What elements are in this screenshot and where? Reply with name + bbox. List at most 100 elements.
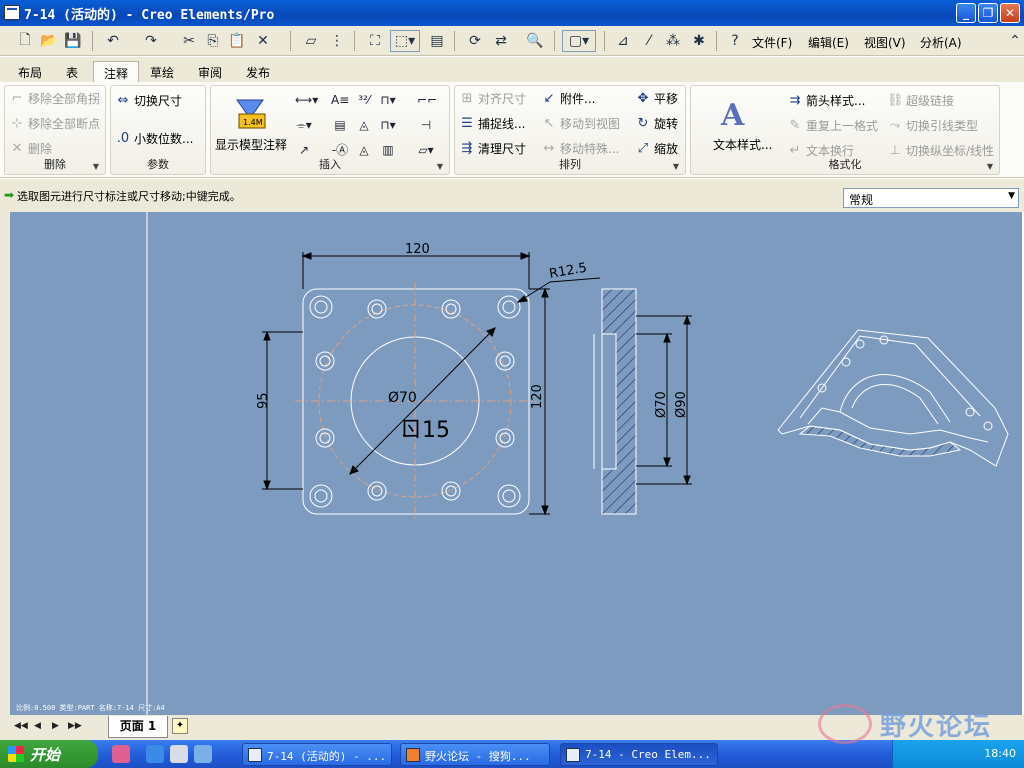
ie-icon[interactable] [146, 745, 164, 763]
quicklaunch-icon-2[interactable] [170, 745, 188, 763]
task-creo-active[interactable]: 7-14 (活动的) - ... [242, 743, 392, 766]
ribbon-collapse-icon[interactable]: ⌃ [1004, 30, 1024, 52]
prev-sheet-icon[interactable]: ◀ [34, 721, 41, 731]
sheet-tab-1[interactable]: 页面 1 [108, 716, 168, 738]
start-button[interactable]: 开始 [0, 740, 98, 768]
browser-icon [406, 748, 420, 762]
menu-file[interactable]: 文件(F) [752, 34, 792, 51]
text-style-button[interactable]: 文本样式... [713, 136, 772, 153]
dim-section-2-text[interactable]: Ø90 [674, 391, 689, 418]
datum-target-icon[interactable]: ◬ [355, 117, 373, 133]
redo-icon[interactable]: ↷ [140, 30, 162, 52]
zoom-icon[interactable]: 🔍 [524, 30, 546, 52]
linear-dim-icon[interactable]: ⟷▾ [295, 92, 318, 108]
reference-dim-icon[interactable]: ⊓▾ [379, 92, 397, 108]
toggle-leader-type-button[interactable]: ⤳ 切换引线类型 [887, 117, 978, 134]
delete-button[interactable]: ✕ 删除 [9, 140, 52, 157]
dim-right-text[interactable]: 120 [530, 384, 545, 409]
dim-radius-text[interactable]: R12.5 [548, 261, 588, 282]
group-expand-icon[interactable]: ▼ [987, 162, 993, 171]
close-button[interactable]: ✕ [1000, 3, 1020, 23]
dim-left-text[interactable]: 95 [256, 392, 271, 409]
menu-view[interactable]: 视图(V) [864, 34, 906, 51]
maximize-button[interactable]: ❐ [978, 3, 998, 23]
delete-x-icon[interactable]: ✕ [252, 30, 274, 52]
selection-filter[interactable]: 常规 ▼ [843, 188, 1019, 208]
hyperlink-button[interactable]: ⛓ 超级链接 [887, 92, 954, 109]
dim-center-text[interactable]: Ø70 [388, 390, 417, 406]
arrow-style-button[interactable]: ⇉ 箭头样式... [787, 92, 866, 109]
help-icon[interactable]: ? [724, 30, 746, 52]
datum-point-icon[interactable]: ⁂ [662, 30, 684, 52]
rotate-button[interactable]: ↻ 旋转 [635, 115, 678, 132]
task-browser[interactable]: 野火论坛 - 搜狗... [400, 743, 550, 766]
translate-button[interactable]: ✥ 平移 [635, 90, 678, 107]
gtol-icon[interactable]: ⌯▾ [295, 117, 313, 133]
show-model-annotations-button[interactable]: 显示模型注释 [215, 136, 287, 153]
tab-publish[interactable]: 发布 [236, 61, 280, 82]
menu-analysis[interactable]: 分析(A) [920, 34, 962, 51]
attach-icon: ↙ [543, 90, 555, 106]
datum-axis-icon[interactable]: ⁄ [638, 30, 660, 52]
open-folder-icon[interactable]: 📂 [38, 30, 60, 52]
cut-icon[interactable]: ✂ [178, 30, 200, 52]
quicklaunch-icon-3[interactable] [194, 745, 212, 763]
display-style-icon[interactable]: ▢▾ [562, 30, 596, 52]
cleanup-dims-button[interactable]: ⇶ 清理尺寸 [459, 140, 526, 157]
repeat-last-format-button[interactable]: ✎ 重复上一格式 [787, 117, 878, 134]
remove-all-breaks-button[interactable]: ⊹ 移除全部断点 [9, 115, 100, 132]
decimal-places-button[interactable]: .0 小数位数... [115, 130, 194, 147]
paste-icon[interactable]: 📋 [226, 30, 248, 52]
new-file-icon[interactable]: 🗋 [14, 30, 36, 52]
find-binoculars-icon[interactable]: ⛶ [364, 30, 386, 52]
datum-plane-icon[interactable]: ⊿ [612, 30, 634, 52]
new-sheet-icon[interactable]: ✦ [172, 718, 188, 734]
update-icon[interactable]: ⇄ [490, 30, 512, 52]
quicklaunch-icon[interactable] [112, 745, 130, 763]
task-creo[interactable]: 7-14 - Creo Elem... [560, 743, 718, 766]
remove-all-jogs-button[interactable]: ⌐ 移除全部角拐 [9, 90, 100, 107]
group-expand-icon[interactable]: ▼ [437, 162, 443, 171]
copy-icon[interactable]: ⎘ [202, 30, 224, 52]
symbol-icon[interactable]: ⊓▾ [379, 117, 397, 133]
layer-icon[interactable]: ▱ [300, 30, 322, 52]
save-icon[interactable]: 💾 [62, 30, 84, 52]
drawing-canvas[interactable]: 120 R12.5 95 120 Ø70 ㄖ15 Ø70 Ø90 比例:0.50… [10, 212, 1022, 715]
dim-top-text[interactable]: 120 [405, 242, 430, 257]
isometric-view[interactable] [777, 329, 1009, 467]
tab-review[interactable]: 审阅 [188, 61, 232, 82]
repaint-icon[interactable]: ⟳ [464, 30, 486, 52]
baseline-icon[interactable]: ⌐⌐ [417, 92, 437, 108]
group-expand-icon[interactable]: ▼ [93, 162, 99, 171]
chevron-down-icon[interactable]: ▼ [1008, 191, 1015, 201]
tab-layout[interactable]: 布局 [8, 61, 52, 82]
group-expand-icon[interactable]: ▼ [673, 162, 679, 171]
menu-edit[interactable]: 编辑(E) [808, 34, 849, 51]
surface-finish-icon[interactable]: ▤ [331, 117, 349, 133]
jog-insert-icon[interactable]: ⊣ [417, 117, 435, 133]
tab-annotate[interactable]: 注释 [93, 61, 140, 82]
tree-icon[interactable]: ⋮ [326, 30, 348, 52]
snap-line-button[interactable]: ☰ 捕捉线... [459, 115, 525, 132]
toggle-dimension-button[interactable]: ⇔ 切换尺寸 [115, 92, 182, 109]
select-box-icon[interactable]: ⬚▾ [390, 30, 420, 52]
front-view[interactable]: 120 R12.5 95 120 Ø70 ㄖ15 [256, 242, 601, 522]
next-sheet-icon[interactable]: ▶ [52, 721, 59, 731]
undo-icon[interactable]: ↶ [102, 30, 124, 52]
section-view[interactable]: Ø70 Ø90 [593, 288, 692, 515]
ordinate-icon[interactable]: ³²⁄ [355, 92, 373, 108]
last-sheet-icon[interactable]: ▶▶ [68, 721, 82, 731]
scale-button[interactable]: ⤢ 缩放 [635, 140, 678, 157]
attachment-button[interactable]: ↙ 附件... [541, 90, 596, 107]
move-special-button[interactable]: ↔ 移动特殊... [541, 140, 620, 157]
note-icon[interactable]: A≡ [331, 92, 349, 108]
tab-sketch[interactable]: 草绘 [140, 61, 184, 82]
move-to-view-button[interactable]: ↖ 移动到视图 [541, 115, 620, 132]
csys-icon[interactable]: ✱ [688, 30, 710, 52]
align-dimensions-button[interactable]: ⊞ 对齐尺寸 [459, 90, 526, 107]
tab-table[interactable]: 表 [56, 61, 88, 82]
properties-icon[interactable]: ▤ [426, 30, 448, 52]
dim-section-1-text[interactable]: Ø70 [654, 391, 669, 418]
first-sheet-icon[interactable]: ◀◀ [14, 721, 28, 731]
minimize-button[interactable]: _ [956, 3, 976, 23]
